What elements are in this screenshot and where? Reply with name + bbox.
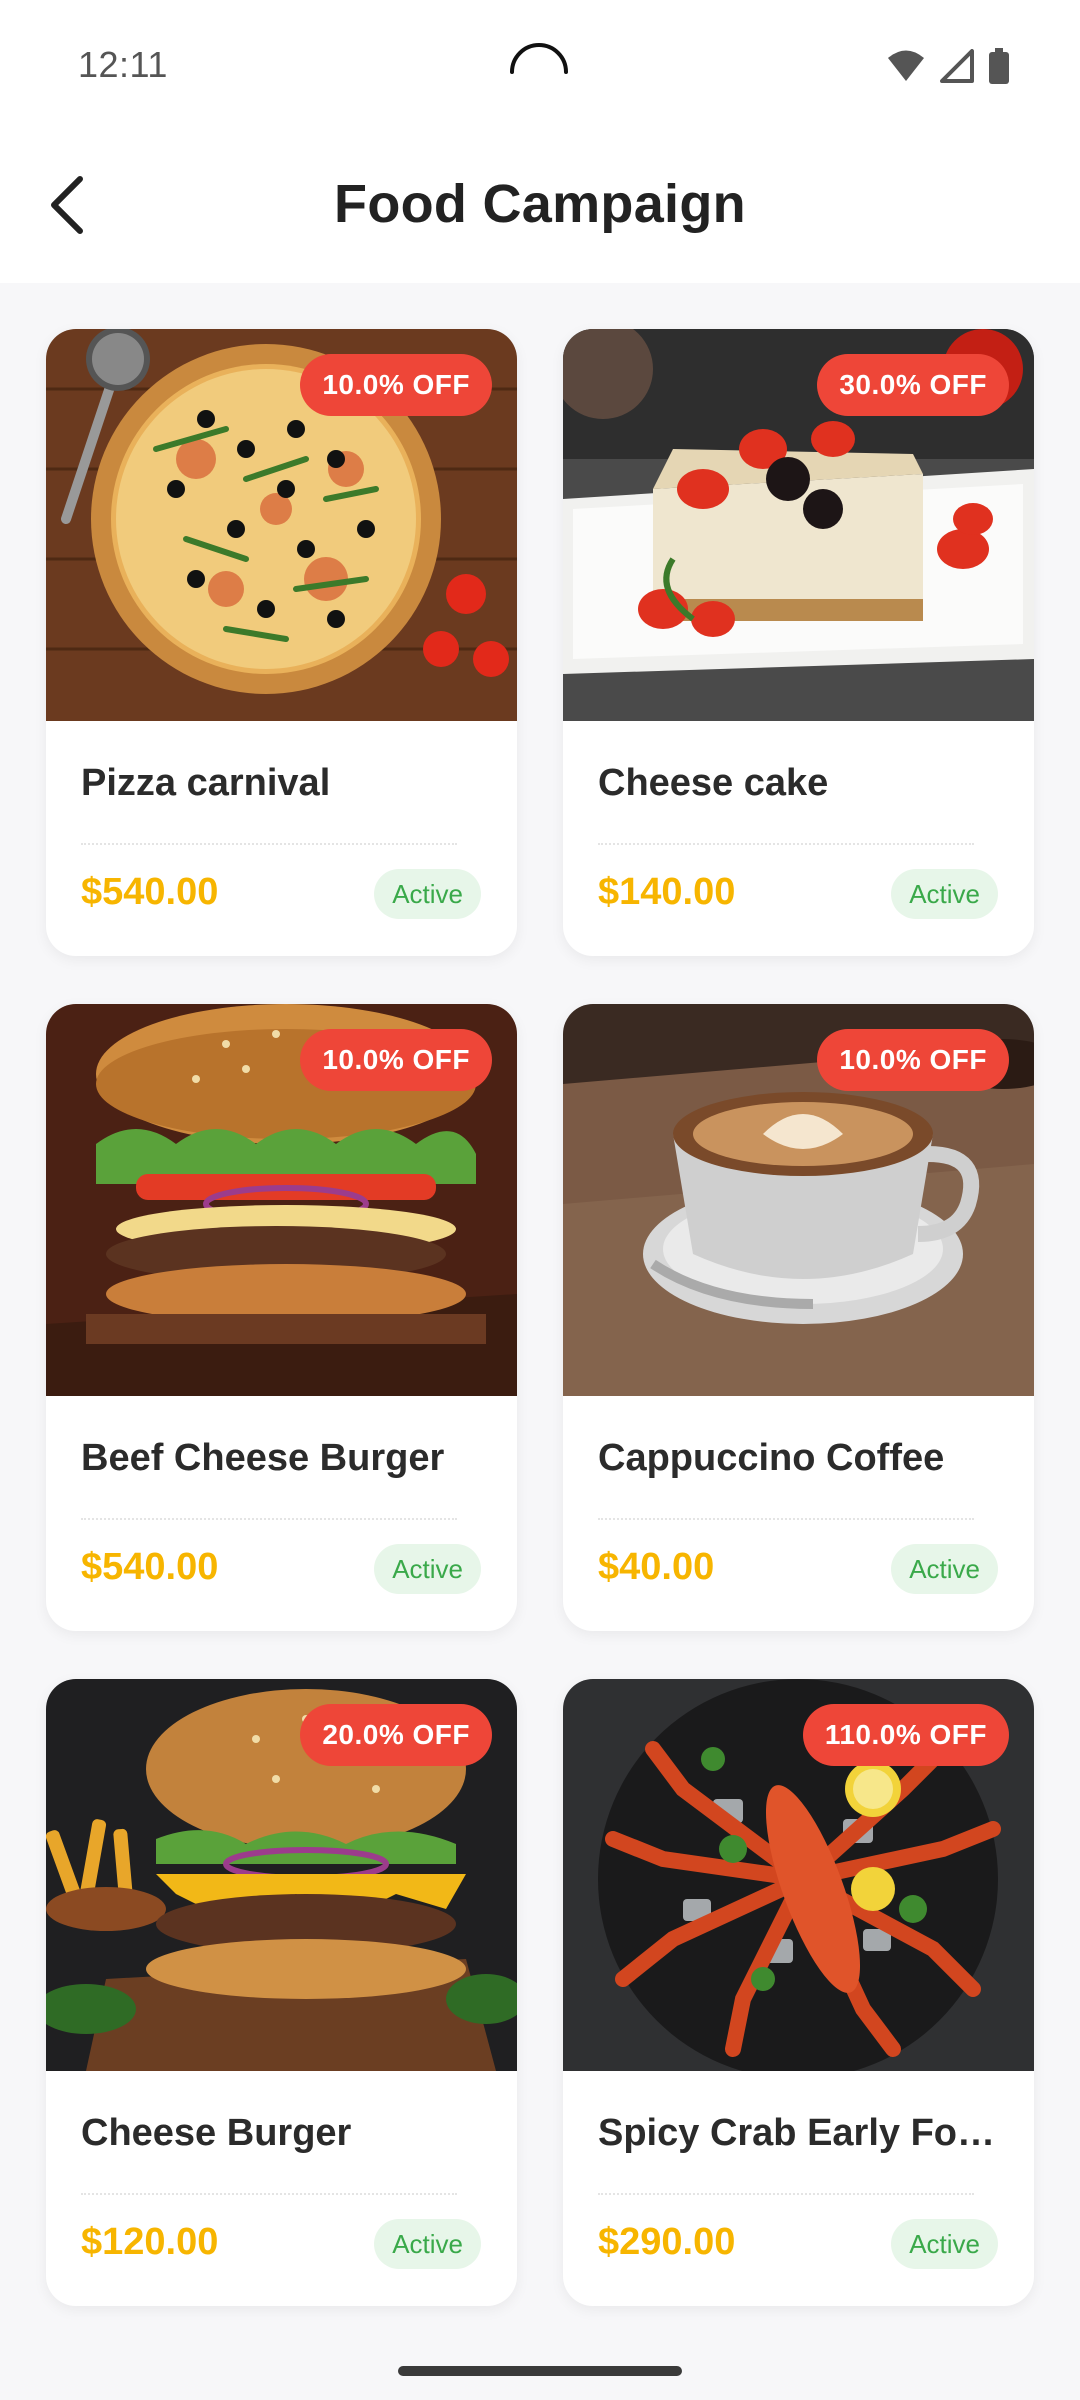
campaign-price: $290.00	[598, 2221, 736, 2263]
campaign-card-cheesecake[interactable]: 30.0% OFF Cheese cake $140.00 Active	[563, 329, 1034, 956]
discount-badge: 110.0% OFF	[802, 1704, 1009, 1766]
campaign-card-cappuccino[interactable]: 10.0% OFF Cappuccino Coffee $40.00 Activ…	[563, 1004, 1034, 1631]
status-badge: Active	[374, 1544, 481, 1594]
coffee-image: 10.0% OFF	[563, 1004, 1034, 1396]
campaign-description	[598, 2187, 974, 2195]
status-badge: Active	[374, 869, 481, 919]
campaign-name: Cappuccino Coffee	[598, 1437, 945, 1479]
pizza-image: 10.0% OFF	[46, 329, 517, 721]
wifi-icon	[888, 50, 924, 81]
crab-image: 110.0% OFF	[563, 1679, 1034, 2071]
campaign-price: $540.00	[81, 871, 219, 913]
campaign-card-spicy-crab[interactable]: 110.0% OFF Spicy Crab Early Fo… $290.00 …	[563, 1679, 1034, 2306]
home-indicator[interactable]	[398, 2366, 682, 2376]
cheesecake-image: 30.0% OFF	[563, 329, 1034, 721]
campaign-description	[81, 2187, 457, 2195]
status-bar: 12:11	[0, 0, 1080, 135]
discount-badge: 20.0% OFF	[300, 1704, 492, 1766]
discount-badge: 30.0% OFF	[817, 354, 1009, 416]
campaign-description	[81, 1512, 457, 1520]
campaign-price: $120.00	[81, 2221, 219, 2263]
campaign-card-cheese-burger[interactable]: 20.0% OFF Cheese Burger $120.00 Active	[46, 1679, 517, 2306]
discount-badge: 10.0% OFF	[817, 1029, 1009, 1091]
burger-image: 10.0% OFF	[46, 1004, 517, 1396]
campaign-name: Beef Cheese Burger	[81, 1437, 445, 1479]
campaign-card-pizza[interactable]: 10.0% OFF Pizza carnival $540.00 Active	[46, 329, 517, 956]
cheese-burger-image: 20.0% OFF	[46, 1679, 517, 2071]
campaign-description	[81, 837, 457, 845]
status-badge: Active	[891, 1544, 998, 1594]
campaign-name: Cheese cake	[598, 762, 829, 804]
campaign-price: $40.00	[598, 1546, 715, 1588]
campaign-name: Cheese Burger	[81, 2112, 352, 2154]
campaign-name: Pizza carnival	[81, 762, 331, 804]
status-badge: Active	[374, 2219, 481, 2269]
discount-badge: 10.0% OFF	[300, 354, 492, 416]
status-icons	[886, 46, 1010, 86]
status-badge: Active	[891, 2219, 998, 2269]
campaign-card-beef-burger[interactable]: 10.0% OFF Beef Cheese Burger $540.00 Act…	[46, 1004, 517, 1631]
campaign-price: $540.00	[81, 1546, 219, 1588]
campaign-name: Spicy Crab Early Fo…	[598, 2112, 996, 2154]
camera-cutout	[510, 43, 568, 74]
app-header: Food Campaign	[0, 135, 1080, 283]
campaign-grid: 10.0% OFF Pizza carnival $540.00 Active	[46, 329, 1036, 2306]
status-time: 12:11	[78, 44, 168, 85]
discount-badge: 10.0% OFF	[300, 1029, 492, 1091]
campaign-description	[598, 837, 974, 845]
status-badge: Active	[891, 869, 998, 919]
campaign-price: $140.00	[598, 871, 736, 913]
campaign-description	[598, 1512, 974, 1520]
page-title: Food Campaign	[334, 174, 746, 234]
battery-icon	[989, 48, 1009, 84]
signal-icon	[940, 49, 974, 83]
